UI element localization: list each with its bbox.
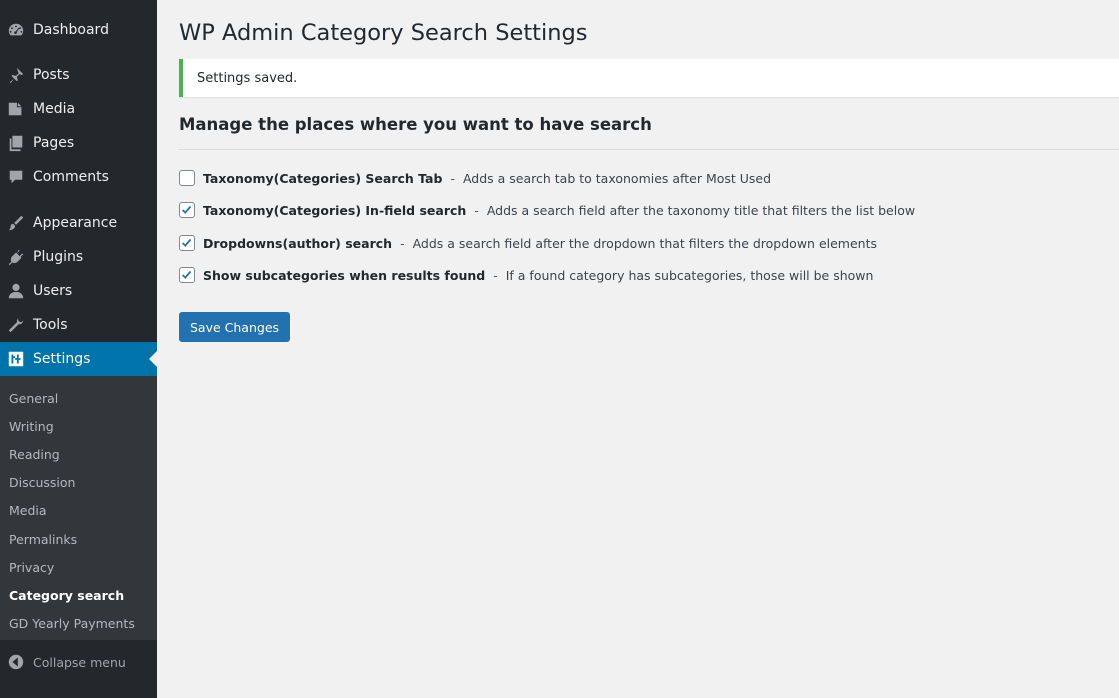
paintbrush-icon <box>6 213 26 233</box>
checkmark-icon <box>182 270 192 279</box>
comment-icon <box>6 167 26 187</box>
sidebar-item-comments[interactable]: Comments <box>0 160 157 194</box>
pages-icon <box>6 133 26 153</box>
sidebar-item-label: Media <box>33 101 76 117</box>
settings-submenu: General Writing Reading Discussion Media… <box>0 376 157 640</box>
show-subcategories-checkbox[interactable] <box>179 267 195 283</box>
pushpin-icon <box>6 65 26 85</box>
submenu-item-permalinks[interactable]: Permalinks <box>9 532 77 547</box>
option-description: Adds a search field after the dropdown t… <box>412 235 878 251</box>
option-taxonomy-search-tab: Taxonomy(Categories) Search Tab - Adds a… <box>179 168 771 188</box>
sidebar-item-label: Settings <box>33 351 91 367</box>
submenu-item-reading[interactable]: Reading <box>9 447 60 462</box>
option-dropdowns-author-search: Dropdowns(author) search - Adds a search… <box>179 233 877 253</box>
option-label[interactable]: Show subcategories when results found <box>203 268 485 283</box>
checkmark-icon <box>182 205 192 214</box>
collapse-arrow-icon <box>7 653 25 671</box>
submenu-item-discussion[interactable]: Discussion <box>9 475 75 490</box>
checkmark-icon <box>182 238 192 247</box>
sidebar-item-posts[interactable]: Posts <box>0 58 157 92</box>
sidebar-item-settings[interactable]: Settings <box>0 342 157 376</box>
submenu-item-general[interactable]: General <box>9 391 58 406</box>
option-separator: - <box>400 235 405 251</box>
submenu-item-gd-yearly-payments[interactable]: GD Yearly Payments <box>9 616 135 631</box>
sidebar-item-tools[interactable]: Tools <box>0 308 157 342</box>
taxonomy-infield-search-checkbox[interactable] <box>179 202 195 218</box>
option-label[interactable]: Dropdowns(author) search <box>203 236 392 251</box>
plugin-icon <box>6 247 26 267</box>
option-separator: - <box>474 202 479 218</box>
option-separator: - <box>450 170 455 186</box>
option-taxonomy-infield-search: Taxonomy(Categories) In-field search - A… <box>179 200 915 220</box>
sidebar-item-label: Tools <box>33 317 68 333</box>
option-label[interactable]: Taxonomy(Categories) Search Tab <box>203 171 442 186</box>
sidebar-item-pages[interactable]: Pages <box>0 126 157 160</box>
save-changes-button[interactable]: Save Changes <box>179 312 291 342</box>
sidebar-item-media[interactable]: Media <box>0 92 157 126</box>
dashboard-icon <box>6 20 26 40</box>
taxonomy-search-tab-checkbox[interactable] <box>179 170 195 186</box>
section-heading: Manage the places where you want to have… <box>179 115 652 134</box>
collapse-menu-label: Collapse menu <box>33 654 126 670</box>
sidebar-item-dashboard[interactable]: Dashboard <box>0 13 157 47</box>
sidebar-item-label: Comments <box>33 169 109 185</box>
divider <box>179 149 1119 150</box>
submenu-item-privacy[interactable]: Privacy <box>9 560 54 575</box>
sidebar-item-label: Dashboard <box>33 22 109 38</box>
submenu-item-writing[interactable]: Writing <box>9 419 54 434</box>
settings-saved-notice: Settings saved. <box>179 59 1119 97</box>
sidebar-item-label: Users <box>33 283 73 299</box>
submenu-item-category-search[interactable]: Category search <box>9 588 124 603</box>
sidebar-item-label: Posts <box>33 67 70 83</box>
notice-text: Settings saved. <box>197 71 298 86</box>
option-label[interactable]: Taxonomy(Categories) In-field search <box>203 203 466 218</box>
sidebar-item-label: Pages <box>33 135 75 151</box>
submenu-item-media[interactable]: Media <box>9 503 47 518</box>
sidebar-item-label: Appearance <box>33 215 118 231</box>
sidebar-item-label: Plugins <box>33 249 84 265</box>
admin-sidebar: Dashboard Posts Media Pages Comments App… <box>0 0 157 698</box>
user-icon <box>6 281 26 301</box>
option-separator: - <box>493 267 498 283</box>
sidebar-item-plugins[interactable]: Plugins <box>0 240 157 274</box>
media-icon <box>6 99 26 119</box>
collapse-menu-button[interactable]: Collapse menu <box>0 645 157 679</box>
option-description: If a found category has subcategories, t… <box>505 267 874 283</box>
dropdowns-author-search-checkbox[interactable] <box>179 235 195 251</box>
settings-icon <box>6 349 26 369</box>
sidebar-item-appearance[interactable]: Appearance <box>0 206 157 240</box>
page-title: WP Admin Category Search Settings <box>179 20 588 46</box>
option-description: Adds a search field after the taxonomy t… <box>486 202 916 218</box>
wrench-icon <box>6 315 26 335</box>
sidebar-item-users[interactable]: Users <box>0 274 157 308</box>
option-description: Adds a search tab to taxonomies after Mo… <box>462 170 772 186</box>
option-show-subcategories: Show subcategories when results found - … <box>179 265 873 285</box>
